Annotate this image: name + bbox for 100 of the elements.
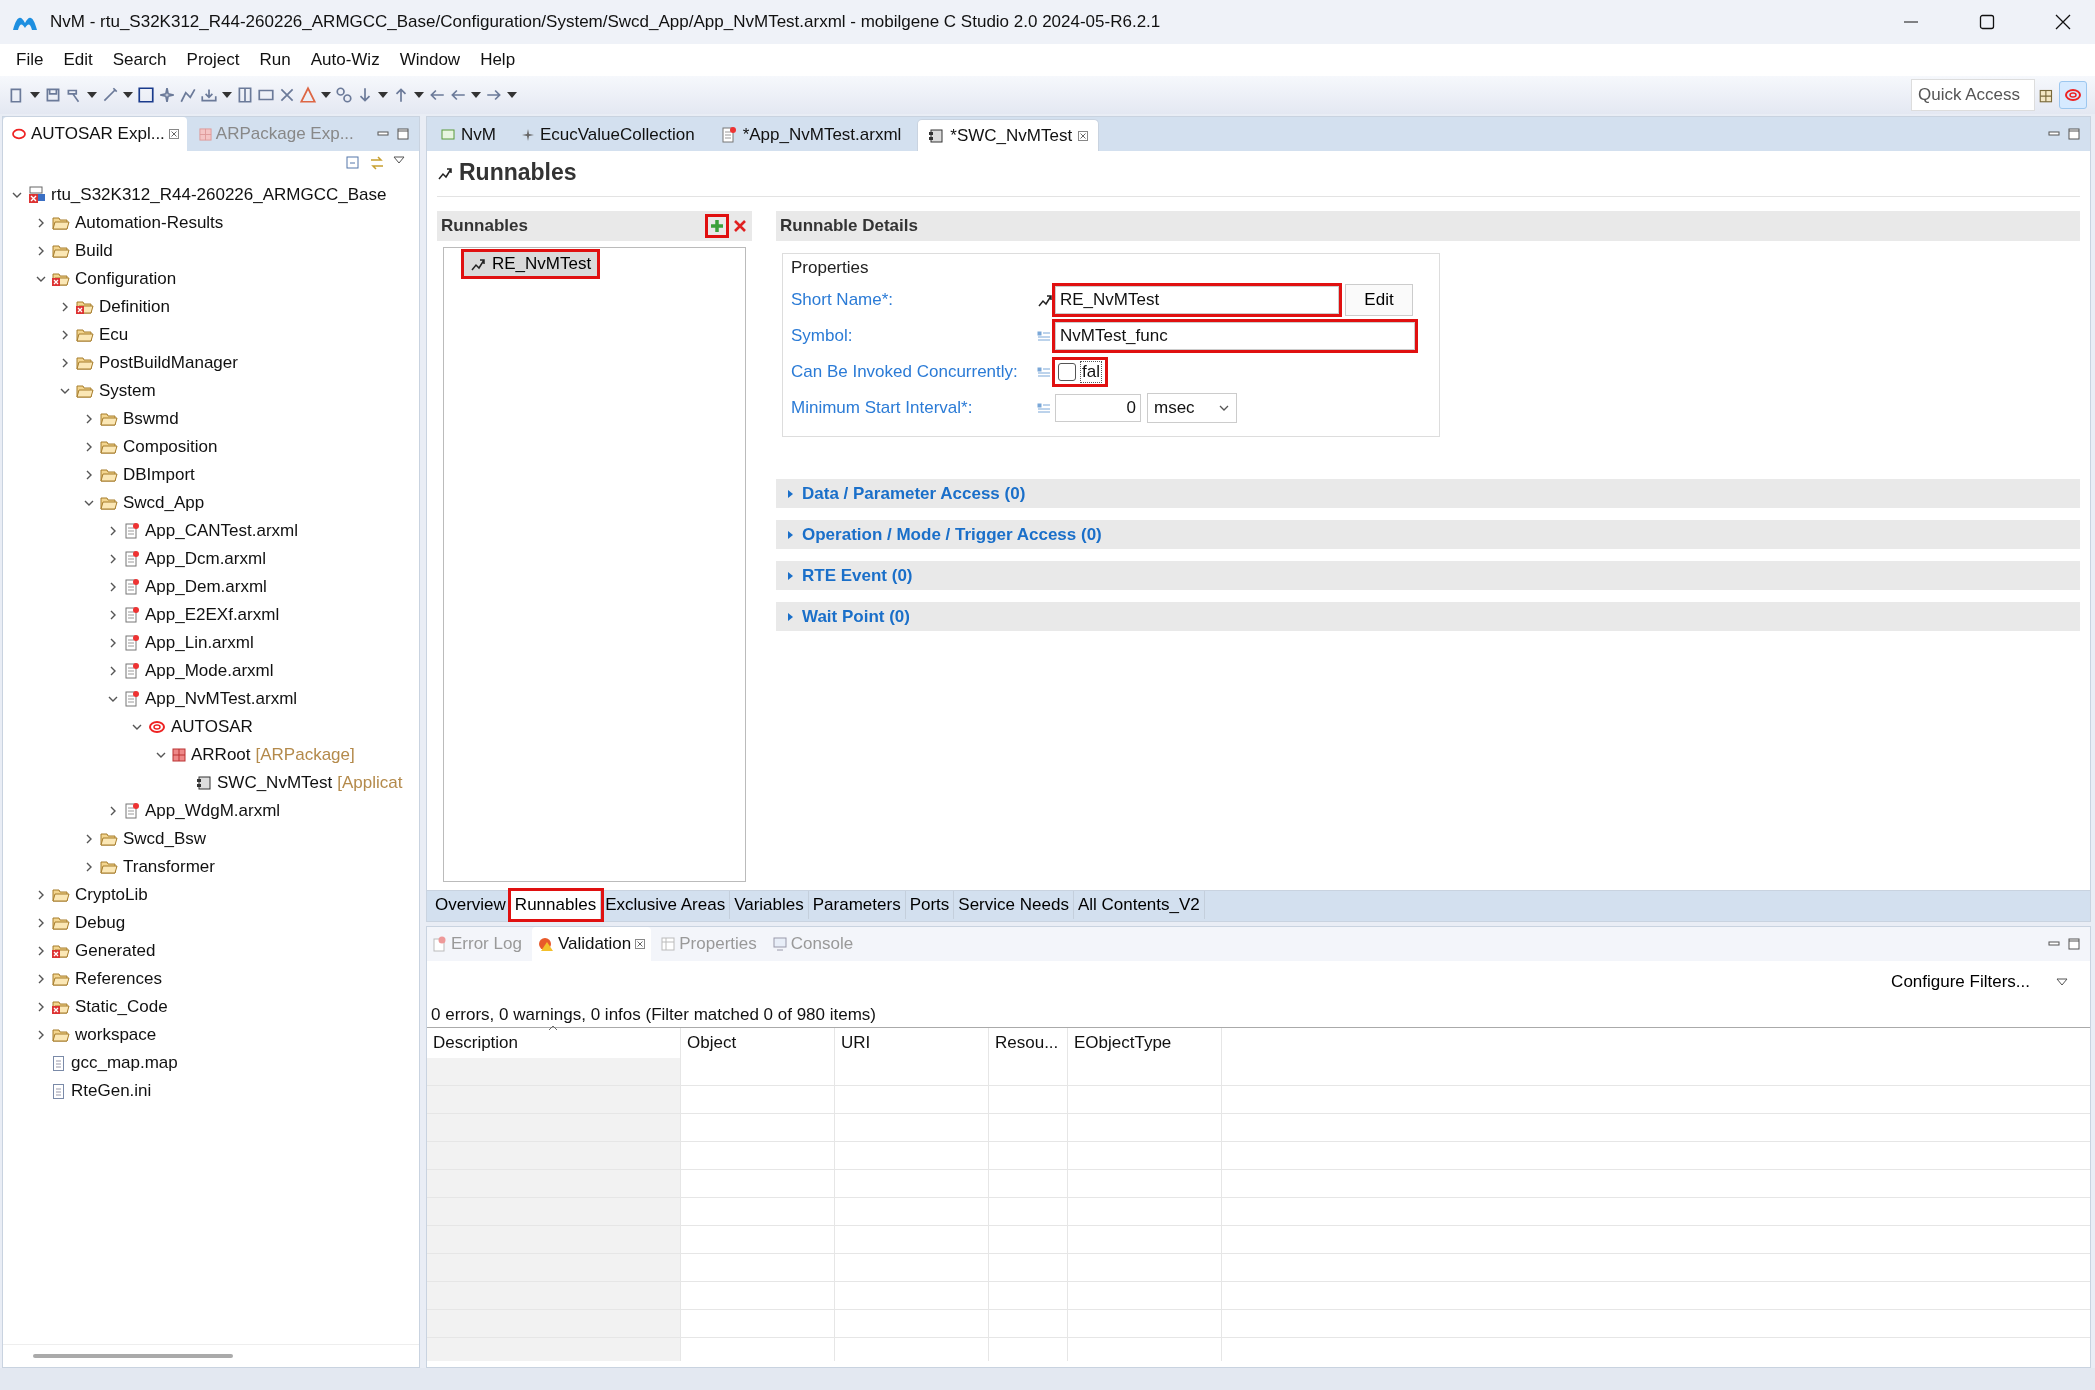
tree-item[interactable]: Transformer — [123, 857, 215, 877]
menu-item[interactable]: File — [6, 46, 54, 74]
caret-icon[interactable] — [221, 91, 233, 99]
page-tab[interactable]: Service Needs — [954, 891, 1074, 919]
tree-item[interactable]: App_E2EXf.arxml — [145, 605, 280, 625]
tree-item[interactable]: App_CANTest.arxml — [145, 521, 299, 541]
caret-icon[interactable] — [122, 91, 134, 99]
t-square-icon[interactable] — [137, 86, 155, 104]
page-tab[interactable]: Runnables — [510, 891, 602, 919]
unit-dropdown[interactable]: msec — [1147, 393, 1237, 423]
tree-item[interactable]: Definition — [99, 297, 170, 317]
columns-icon[interactable] — [236, 86, 254, 104]
tree-item[interactable]: System — [99, 381, 156, 401]
view-tab[interactable]: Validation — [531, 927, 652, 961]
page-tab[interactable]: Variables — [730, 891, 809, 919]
perspective-button[interactable] — [2059, 81, 2087, 109]
tree-item[interactable]: workspace — [75, 1025, 157, 1045]
caret-icon[interactable] — [506, 91, 518, 99]
delete-icon[interactable] — [734, 220, 746, 232]
menu-item[interactable]: Search — [102, 46, 177, 74]
tree-item[interactable]: AUTOSAR — [171, 717, 253, 737]
tree-item[interactable]: Swcd_App — [123, 493, 205, 513]
sparkle-icon[interactable] — [158, 86, 176, 104]
properties-group: Properties Short Name*: RE_NvMTest Edit Symbol: NvMTest_func Can Be Invoked Concurrently: fal Minimum Start Interval*: 0 msec — [782, 253, 1440, 437]
collapsible-section[interactable]: RTE Event (0) — [776, 561, 2080, 590]
tree-item[interactable]: Ecu — [99, 325, 129, 345]
menu-item[interactable]: Window — [389, 46, 471, 74]
editor-tab[interactable]: *SWC_NvMTest — [917, 119, 1100, 151]
tree-item[interactable]: Build — [75, 241, 113, 261]
menu-item[interactable]: Edit — [53, 46, 103, 74]
tree-item[interactable]: PostBuildManager — [99, 353, 238, 373]
chevron-down-icon — [1218, 404, 1230, 412]
tree-item[interactable]: Automation-Results — [75, 213, 224, 233]
tree-item[interactable]: gcc_map.map — [71, 1053, 178, 1073]
tree-item[interactable]: App_NvMTest.arxml — [145, 689, 298, 709]
tray-icon[interactable] — [200, 86, 218, 104]
quick-access-field[interactable]: Quick Access — [1911, 79, 2035, 111]
package-icon — [172, 748, 186, 762]
view-menu-icon[interactable] — [2056, 977, 2068, 987]
menu-item[interactable]: Project — [176, 46, 250, 74]
field-type-icon — [1037, 331, 1051, 341]
menu-item[interactable]: Help — [470, 46, 526, 74]
editor-tab[interactable]: *App_NvMTest.arxml — [710, 119, 912, 151]
tree-item[interactable]: App_Lin.arxml — [145, 633, 254, 653]
tree-item[interactable]: Generated — [75, 941, 156, 961]
page-tab[interactable]: Parameters — [808, 891, 906, 919]
caret-icon[interactable] — [320, 91, 332, 99]
collapsible-section[interactable]: Operation / Mode / Trigger Access (0) — [776, 520, 2080, 549]
tree-item[interactable]: App_Dcm.arxml — [145, 549, 266, 569]
document-icon — [124, 634, 140, 652]
tree-item[interactable]: CryptoLib — [75, 885, 148, 905]
chart-icon[interactable] — [179, 86, 197, 104]
tree-item[interactable]: App_Mode.arxml — [145, 661, 274, 681]
tree-item[interactable]: App_WdgM.arxml — [145, 801, 281, 821]
caret-icon[interactable] — [377, 91, 389, 99]
caret-icon[interactable] — [413, 91, 425, 99]
tree-item[interactable]: Bswmd — [123, 409, 179, 429]
edit-button[interactable]: Edit — [1345, 284, 1413, 316]
text-field[interactable]: RE_NvMTest — [1055, 286, 1339, 314]
caret-icon[interactable] — [29, 91, 41, 99]
save-icon[interactable] — [44, 86, 62, 104]
tree-item[interactable]: Static_Code — [75, 997, 168, 1017]
page-tab[interactable]: Exclusive Areas — [601, 891, 731, 919]
menu-item[interactable]: Run — [249, 46, 301, 74]
tree-item[interactable]: ARRoot — [191, 745, 251, 765]
tree-item[interactable]: References — [75, 969, 162, 989]
folder-icon — [52, 915, 70, 931]
maximize-icon[interactable] — [1979, 14, 1995, 30]
scrollbar-thumb[interactable] — [33, 1354, 233, 1358]
folder-icon — [76, 327, 94, 343]
tree-item[interactable]: RteGen.ini — [71, 1081, 152, 1101]
list-item[interactable]: RE_NvMTest — [464, 252, 598, 276]
collapsible-section[interactable]: Data / Parameter Access (0) — [776, 479, 2080, 508]
number-field[interactable]: 0 — [1055, 394, 1141, 422]
configure-filters-button[interactable]: Configure Filters... — [1885, 971, 2036, 993]
close-icon[interactable] — [2055, 14, 2071, 30]
field-label: Minimum Start Interval*: — [791, 398, 974, 418]
tree-item[interactable]: Debug — [75, 913, 126, 933]
view-menu-icon[interactable] — [393, 155, 405, 165]
tree-item[interactable]: DBImport — [123, 465, 195, 485]
collapsible-section[interactable]: Wait Point (0) — [776, 602, 2080, 631]
page-tab[interactable]: All Contents_V2 — [1073, 891, 1205, 919]
tree-item[interactable]: App_Dem.arxml — [145, 577, 267, 597]
tree-item[interactable]: rtu_S32K312_R44-260226_ARMGCC_Base — [51, 185, 387, 205]
add-button[interactable] — [708, 217, 726, 235]
editor-tab[interactable]: NvM — [431, 119, 506, 151]
checkbox[interactable]: fal — [1055, 360, 1105, 384]
type-label: [Applicat — [337, 773, 403, 793]
tree-item[interactable]: Configuration — [75, 269, 177, 289]
tree-item[interactable]: Composition — [123, 437, 218, 457]
menu-item[interactable]: Auto-Wiz — [300, 46, 390, 74]
caret-icon[interactable] — [86, 91, 98, 99]
tree-item[interactable]: SWC_NvMTest — [217, 773, 333, 793]
text-field[interactable]: NvMTest_func — [1055, 322, 1415, 350]
triangle-right-icon — [786, 612, 794, 621]
view-tab[interactable]: AUTOSAR Expl... — [3, 117, 187, 151]
editor-tab[interactable]: EcucValueCollection — [511, 119, 705, 151]
caret-icon[interactable] — [470, 91, 482, 99]
tree-item[interactable]: Swcd_Bsw — [123, 829, 207, 849]
page-tab[interactable]: Ports — [905, 891, 955, 919]
